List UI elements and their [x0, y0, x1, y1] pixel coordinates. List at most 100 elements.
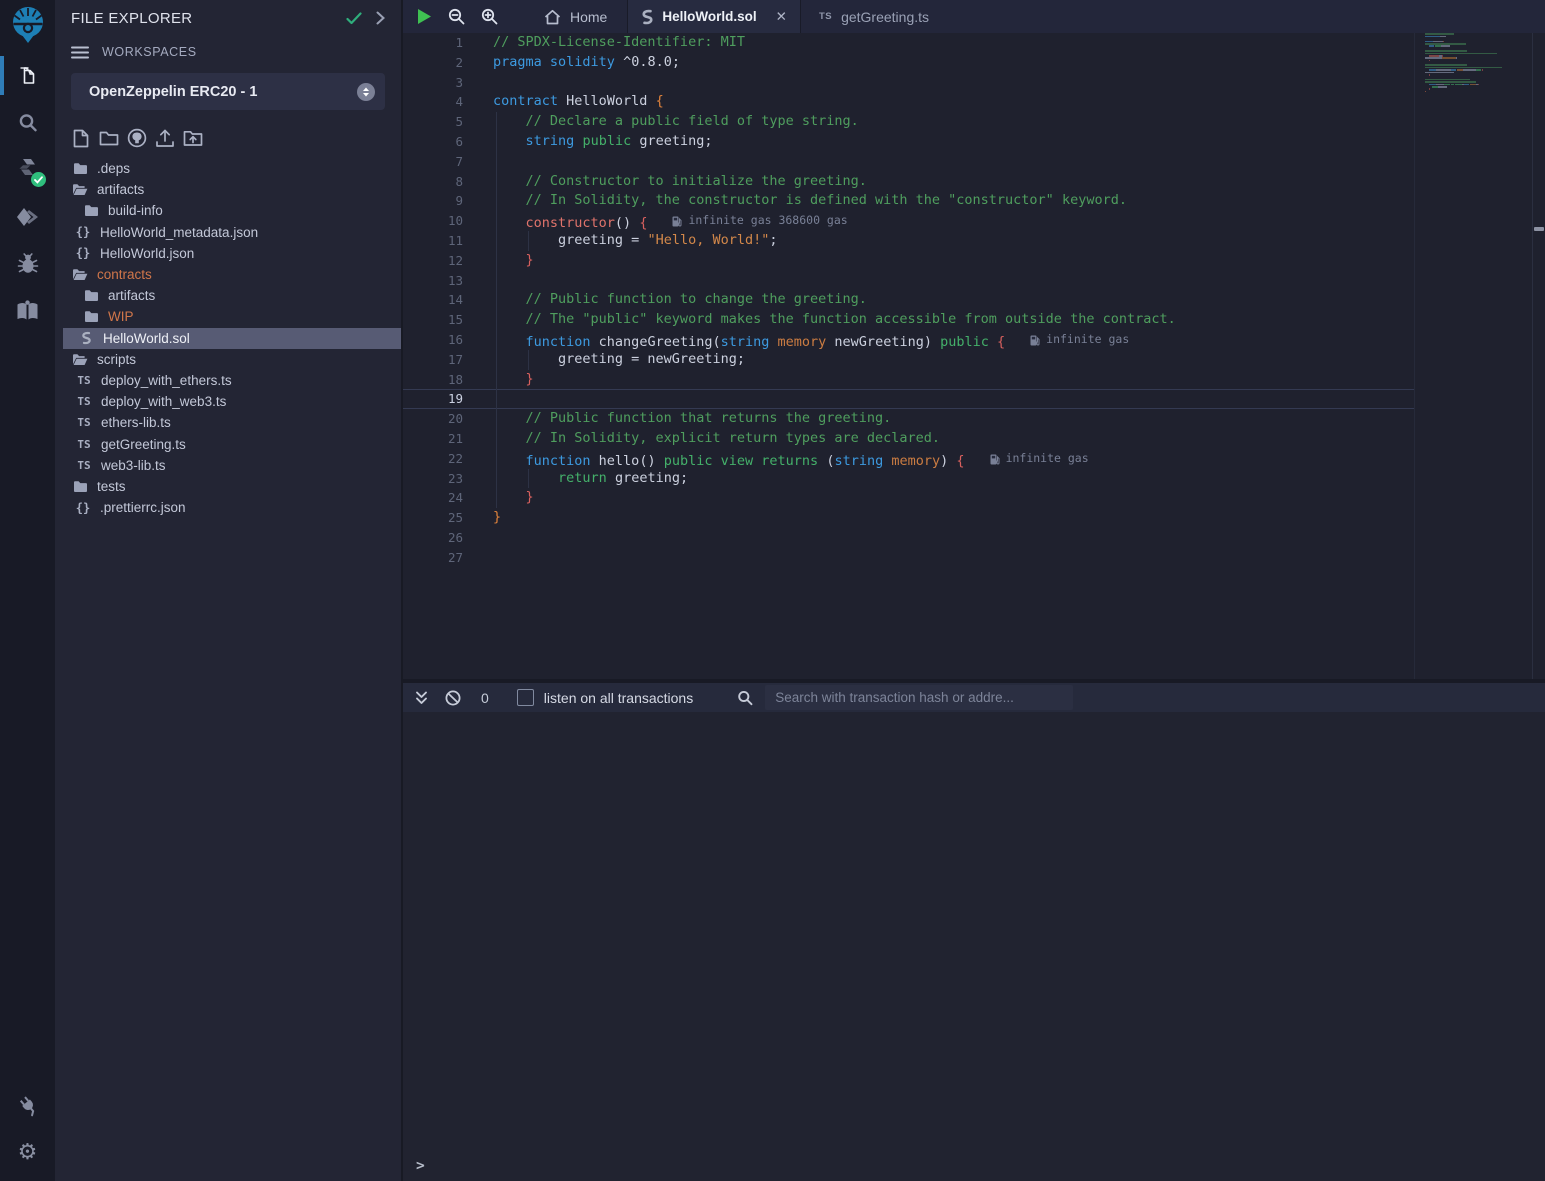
code-line-19: 19 — [403, 389, 1414, 409]
tree-item-tests[interactable]: tests — [55, 476, 401, 497]
tree-item--prettierrc-json[interactable]: {}.prettierrc.json — [55, 497, 401, 518]
tab-helloworld-sol[interactable]: HelloWorld.sol ✕ — [627, 0, 801, 33]
line-number: 18 — [403, 370, 463, 390]
chevron-right-icon[interactable] — [376, 11, 385, 25]
workspace-select[interactable]: OpenZeppelin ERC20 - 1 — [71, 73, 385, 110]
folder-open-icon — [72, 183, 88, 196]
tree-item-helloworld-metadata-json[interactable]: {}HelloWorld_metadata.json — [55, 222, 401, 243]
github-clone-icon[interactable] — [127, 127, 147, 149]
workspaces-menu-icon[interactable] — [71, 46, 89, 59]
line-content: } — [493, 488, 1414, 508]
file-explorer-panel: FILE EXPLORER WORKSPACES OpenZeppelin ER… — [55, 0, 403, 1181]
tree-item-label: contracts — [97, 267, 152, 282]
line-content: // The "public" keyword makes the functi… — [493, 310, 1414, 330]
code-editor[interactable]: 1// SPDX-License-Identifier: MIT2pragma … — [403, 33, 1545, 679]
folder-icon — [72, 480, 88, 493]
tree-item-helloworld-json[interactable]: {}HelloWorld.json — [55, 243, 401, 264]
scrollbar-thumb[interactable] — [1534, 227, 1544, 231]
line-number: 12 — [403, 251, 463, 271]
line-content — [493, 528, 1414, 548]
tree-item-deploy-with-web3-ts[interactable]: TSdeploy_with_web3.ts — [55, 391, 401, 412]
tree-item-artifacts[interactable]: artifacts — [55, 285, 401, 306]
minimap[interactable] — [1425, 33, 1505, 98]
line-number: 5 — [403, 112, 463, 132]
line-number: 25 — [403, 508, 463, 528]
tree-item-label: deploy_with_ethers.ts — [101, 373, 232, 388]
settings-gear-icon[interactable]: ⚙ — [0, 1128, 55, 1175]
tree-item-label: build-info — [108, 203, 163, 218]
code-line-8: 8 // Constructor to initialize the greet… — [403, 172, 1414, 192]
tree-item-scripts[interactable]: scripts — [55, 349, 401, 370]
tree-item-getgreeting-ts[interactable]: TSgetGreeting.ts — [55, 433, 401, 454]
upload-folder-icon[interactable] — [183, 127, 203, 149]
sidebar-item-learneth[interactable] — [0, 287, 55, 334]
line-content: // In Solidity, the constructor is defin… — [493, 191, 1414, 211]
run-script-button[interactable] — [417, 8, 432, 25]
code-line-6: 6 string public greeting; — [403, 132, 1414, 152]
tree-item-ethers-lib-ts[interactable]: TSethers-lib.ts — [55, 412, 401, 433]
line-number: 19 — [403, 389, 463, 409]
line-content: } — [493, 370, 1414, 390]
line-content: function hello() public view returns (st… — [493, 449, 1414, 469]
code-line-2: 2pragma solidity ^0.8.0; — [403, 53, 1414, 73]
ts-icon: TS — [76, 374, 92, 387]
tree-item-build-info[interactable]: build-info — [55, 200, 401, 221]
line-number: 14 — [403, 290, 463, 310]
close-tab-icon[interactable]: ✕ — [776, 9, 787, 25]
terminal-search-input[interactable] — [765, 685, 1073, 710]
sidebar-item-search[interactable] — [0, 99, 55, 146]
tree-item-label: artifacts — [108, 288, 155, 303]
tab-getgreeting-ts[interactable]: TS getGreeting.ts — [801, 0, 947, 33]
tab-label: getGreeting.ts — [841, 9, 929, 25]
new-file-icon[interactable] — [71, 127, 91, 149]
line-content — [493, 73, 1414, 93]
code-line-22: 22 function hello() public view returns … — [403, 449, 1414, 469]
listen-transactions-checkbox[interactable] — [517, 689, 534, 706]
line-number: 27 — [403, 548, 463, 568]
clear-console-icon[interactable] — [445, 690, 461, 706]
accept-check-icon[interactable] — [346, 12, 362, 25]
workspace-select-arrows-icon — [357, 83, 375, 101]
sidebar-item-debugger[interactable] — [0, 240, 55, 287]
remix-logo-icon[interactable] — [0, 0, 55, 52]
line-number: 24 — [403, 488, 463, 508]
line-content: pragma solidity ^0.8.0; — [493, 53, 1414, 73]
tree-item-label: HelloWorld.json — [100, 246, 194, 261]
tree-item-deploy-with-ethers-ts[interactable]: TS deploy_with_ethers.ts — [55, 370, 401, 391]
line-number: 20 — [403, 409, 463, 429]
sidebar-item-solidity-compiler[interactable] — [0, 146, 55, 193]
tree-item-web3-lib-ts[interactable]: TSweb3-lib.ts — [55, 455, 401, 476]
tree-item--deps[interactable]: .deps — [55, 158, 401, 179]
folder-icon — [83, 289, 99, 302]
remix-ide-window: ⚙ FILE EXPLORER WORKSPACES OpenZeppelin … — [0, 0, 1545, 1181]
code-line-15: 15 // The "public" keyword makes the fun… — [403, 310, 1414, 330]
editor-scrollbar[interactable] — [1532, 33, 1545, 679]
line-content: function changeGreeting(string memory ne… — [493, 330, 1414, 350]
tree-item-helloworld-sol[interactable]: HelloWorld.sol — [63, 328, 401, 349]
line-content: greeting = newGreeting; — [493, 350, 1414, 370]
new-folder-icon[interactable] — [99, 127, 119, 149]
zoom-out-icon[interactable] — [448, 8, 465, 25]
workspaces-row: WORKSPACES — [55, 40, 401, 64]
sidebar-item-file-explorer[interactable] — [0, 52, 55, 99]
tab-home[interactable]: Home — [524, 0, 627, 33]
json-icon: {} — [75, 501, 91, 515]
tree-item-wip[interactable]: WIP — [55, 306, 401, 327]
listen-transactions-label[interactable]: listen on all transactions — [544, 690, 693, 706]
tree-item-label: tests — [97, 479, 126, 494]
tab-home-label: Home — [570, 9, 607, 25]
gas-estimate: infinite gas — [1030, 330, 1129, 350]
ts-icon: TS — [76, 459, 92, 472]
tree-item-artifacts[interactable]: artifacts — [55, 179, 401, 200]
expand-terminal-icon[interactable] — [415, 691, 428, 705]
tree-item-contracts[interactable]: contracts — [55, 264, 401, 285]
line-content: string public greeting; — [493, 132, 1414, 152]
terminal-content[interactable]: > — [403, 712, 1545, 1181]
sidebar-item-deploy-run[interactable] — [0, 193, 55, 240]
sidebar-item-plugin-manager[interactable] — [0, 1081, 55, 1128]
upload-file-icon[interactable] — [155, 127, 175, 149]
zoom-in-icon[interactable] — [481, 8, 498, 25]
code-line-3: 3 — [403, 73, 1414, 93]
line-content: // Constructor to initialize the greetin… — [493, 172, 1414, 192]
line-content: // Declare a public field of type string… — [493, 112, 1414, 132]
